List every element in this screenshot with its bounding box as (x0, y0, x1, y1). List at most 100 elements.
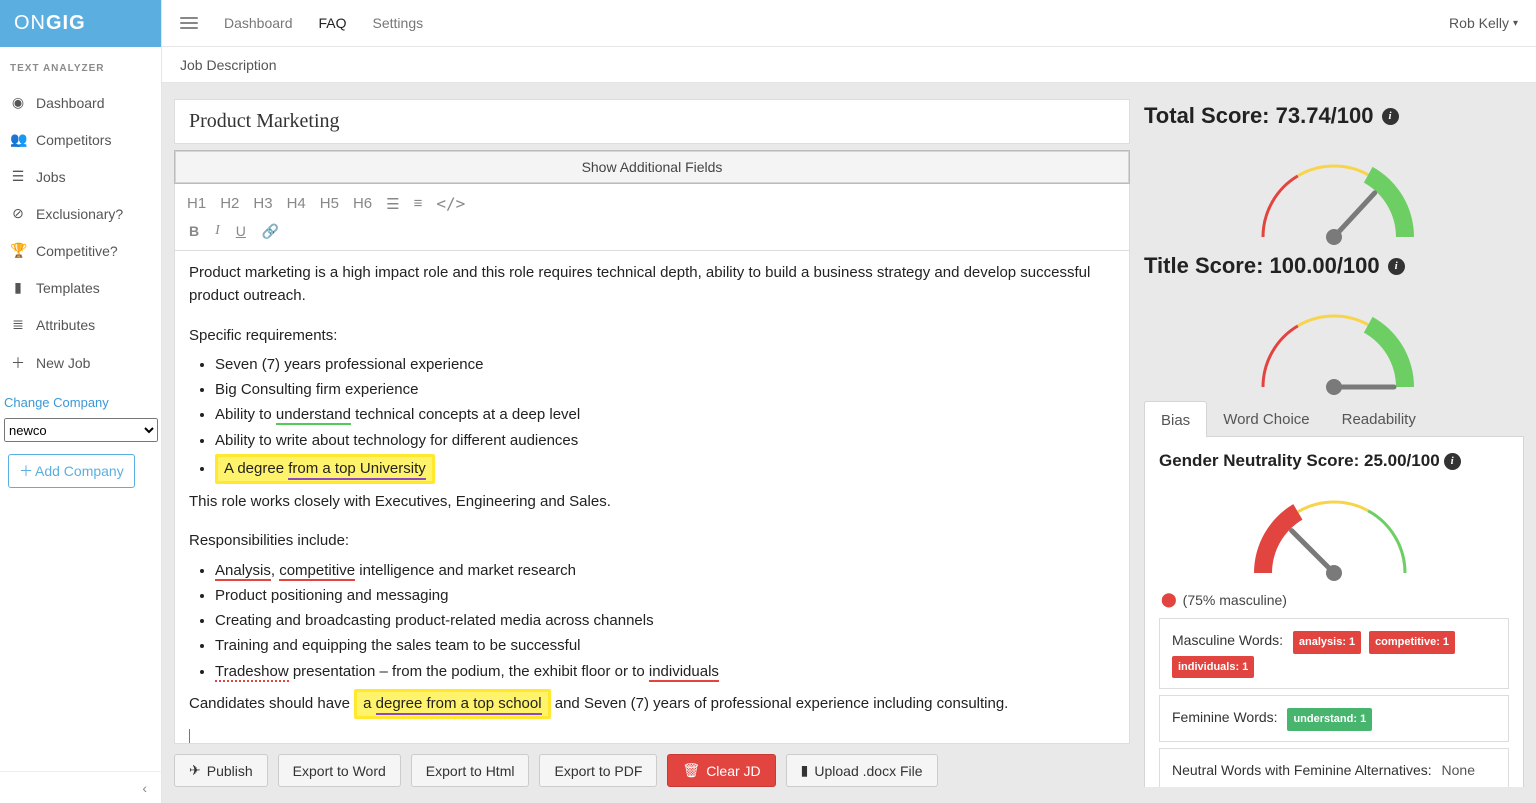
nav-exclusionary[interactable]: ⊘Exclusionary? (0, 195, 161, 232)
resp-item: Tradeshow presentation – from the podium… (215, 660, 1115, 683)
logo: ONGIG (0, 0, 161, 47)
export-html-button[interactable]: Export to Html (411, 754, 530, 787)
toolbar-h6[interactable]: H6 (353, 195, 372, 212)
trophy-icon: 🏆 (10, 242, 26, 259)
info-icon[interactable]: i (1444, 453, 1461, 470)
job-title-field[interactable]: Product Marketing (174, 99, 1130, 144)
breadcrumb: Job Description (180, 57, 277, 73)
person-icon: ⬤ (1161, 591, 1177, 608)
toolbar-underline[interactable]: U (236, 223, 246, 240)
plus-icon: ＋ (19, 461, 33, 481)
req-item: Seven (7) years professional experience (215, 353, 1115, 376)
word-badge[interactable]: understand: 1 (1287, 708, 1372, 731)
gender-score-gauge (1234, 473, 1434, 583)
word-badge[interactable]: analysis: 1 (1293, 631, 1361, 654)
company-select[interactable]: newco (4, 418, 158, 442)
ban-icon: ⊘ (10, 205, 26, 222)
masculine-words-group: Masculine Words: analysis: 1 competitive… (1159, 618, 1509, 689)
req-item: Ability to understand technical concepts… (215, 403, 1115, 426)
chevron-left-icon: ‹ (142, 780, 147, 796)
toolbar-h1[interactable]: H1 (187, 195, 206, 212)
add-company-button[interactable]: ＋Add Company (8, 454, 135, 488)
info-icon[interactable]: i (1388, 258, 1405, 275)
file-icon: ▮ (801, 762, 809, 779)
topnav-dashboard[interactable]: Dashboard (224, 15, 293, 31)
tab-word-choice[interactable]: Word Choice (1207, 401, 1325, 436)
toolbar-ul[interactable]: ☰ (386, 195, 399, 213)
caret-down-icon: ▾ (1513, 18, 1518, 29)
masculine-word: competitive (279, 562, 355, 581)
publish-button[interactable]: ✈Publish (174, 754, 268, 787)
editor-panel: Product Marketing Show Additional Fields… (174, 99, 1130, 787)
exclusionary-highlight: a degree from a top school (354, 689, 550, 719)
toolbar-h3[interactable]: H3 (253, 195, 272, 212)
show-additional-fields-button[interactable]: Show Additional Fields (174, 150, 1130, 184)
masculine-word: Analysis (215, 562, 271, 581)
logo-on: ON (14, 12, 46, 35)
candidates-paragraph: Candidates should have a degree from a t… (189, 689, 1115, 719)
resp-item: Creating and broadcasting product-relate… (215, 609, 1115, 632)
neutral-words-group: Neutral Words with Feminine Alternatives… (1159, 748, 1509, 787)
toolbar-h5[interactable]: H5 (320, 195, 339, 212)
export-pdf-button[interactable]: Export to PDF (539, 754, 657, 787)
toolbar-bold[interactable]: B (189, 223, 199, 240)
nav-jobs[interactable]: ☰Jobs (0, 158, 161, 195)
text-cursor (189, 729, 190, 744)
resp-item: Product positioning and messaging (215, 584, 1115, 607)
sidebar-section-label: TEXT ANALYZER (0, 47, 161, 84)
editor-toolbar: H1 H2 H3 H4 H5 H6 ☰ ≡ </> B I U 🔗 (174, 184, 1130, 251)
resp-item: Analysis, competitive intelligence and m… (215, 559, 1115, 582)
word-badge[interactable]: competitive: 1 (1369, 631, 1455, 654)
logo-gig: GIG (46, 12, 86, 35)
word-badge[interactable]: individuals: 1 (1172, 656, 1254, 679)
change-company-link[interactable]: Change Company (0, 383, 161, 418)
analysis-tabs: Bias Word Choice Readability (1144, 401, 1524, 437)
action-bar: ✈Publish Export to Word Export to Html E… (174, 744, 1130, 787)
req-item: Big Consulting firm experience (215, 378, 1115, 401)
topnav-settings[interactable]: Settings (373, 15, 424, 31)
title-score-gauge (1234, 287, 1434, 397)
nav-attributes[interactable]: ≣Attributes (0, 306, 161, 343)
total-score-heading: Total Score: 73.74/100 i (1144, 103, 1524, 129)
bias-tab-body: Gender Neutrality Score: 25.00/100i ⬤ (7… (1144, 437, 1524, 787)
toolbar-italic[interactable]: I (215, 223, 220, 240)
export-word-button[interactable]: Export to Word (278, 754, 401, 787)
upload-docx-button[interactable]: ▮Upload .docx File (786, 754, 938, 787)
sidebar: ONGIG TEXT ANALYZER ◉Dashboard 👥Competit… (0, 0, 162, 803)
plus-icon: ＋ (10, 353, 26, 373)
nav-competitive[interactable]: 🏆Competitive? (0, 232, 161, 269)
responsibilities-heading: Responsibilities include: (189, 529, 1115, 552)
nav-dashboard[interactable]: ◉Dashboard (0, 84, 161, 121)
clear-jd-button[interactable]: 🗑Clear JD (667, 754, 775, 787)
sidebar-collapse[interactable]: ‹ (0, 771, 161, 803)
gender-score-heading: Gender Neutrality Score: 25.00/100i (1159, 451, 1509, 471)
resp-item: Training and equipping the sales team to… (215, 634, 1115, 657)
tab-readability[interactable]: Readability (1326, 401, 1432, 436)
breadcrumb-bar: Job Description (162, 47, 1536, 83)
toolbar-link[interactable]: 🔗 (262, 223, 279, 240)
hamburger-icon[interactable] (180, 17, 198, 29)
flagged-word: Tradeshow (215, 663, 289, 682)
top-nav-links: Dashboard FAQ Settings (224, 15, 423, 31)
masculine-note: ⬤ (75% masculine) (1161, 591, 1509, 608)
user-menu[interactable]: Rob Kelly ▾ (1449, 15, 1518, 31)
nav-new-job[interactable]: ＋New Job (0, 343, 161, 383)
toolbar-ol[interactable]: ≡ (414, 195, 423, 212)
exclusionary-highlight: A degree from a top University (215, 454, 435, 484)
main-area: Dashboard FAQ Settings Rob Kelly ▾ Job D… (162, 0, 1536, 803)
feminine-words-group: Feminine Words: understand: 1 (1159, 695, 1509, 742)
sidebar-nav: ◉Dashboard 👥Competitors ☰Jobs ⊘Exclusion… (0, 84, 161, 383)
bars-icon: ≣ (10, 316, 26, 333)
total-score-gauge (1234, 137, 1434, 247)
topnav-faq[interactable]: FAQ (319, 15, 347, 31)
editor-body[interactable]: Product marketing is a high impact role … (174, 251, 1130, 744)
intro-paragraph: Product marketing is a high impact role … (189, 261, 1115, 308)
nav-competitors[interactable]: 👥Competitors (0, 121, 161, 158)
req-item: A degree from a top University (215, 454, 1115, 484)
nav-templates[interactable]: ▮Templates (0, 269, 161, 306)
toolbar-h2[interactable]: H2 (220, 195, 239, 212)
toolbar-h4[interactable]: H4 (287, 195, 306, 212)
info-icon[interactable]: i (1382, 108, 1399, 125)
toolbar-code[interactable]: </> (436, 194, 465, 213)
tab-bias[interactable]: Bias (1144, 401, 1207, 437)
